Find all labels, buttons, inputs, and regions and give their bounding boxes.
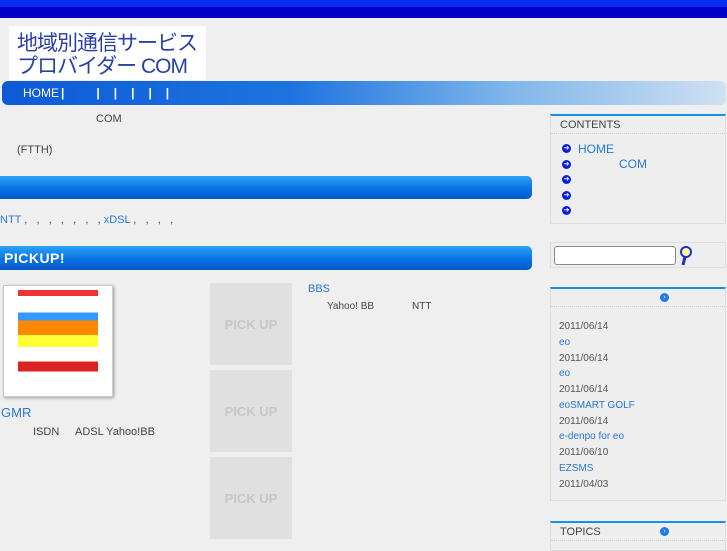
- contents-title: CONTENTS: [551, 116, 725, 134]
- top-bar: [0, 0, 727, 18]
- pickup-title: PICKUP!: [4, 250, 66, 266]
- link-xdsl[interactable]: xDSL: [104, 214, 131, 226]
- nav-home[interactable]: HOME: [23, 86, 59, 100]
- search-box: [550, 242, 726, 268]
- topics-box: TOPICS ›: [550, 521, 726, 551]
- pickup-header: PICKUP!: [0, 246, 532, 270]
- contents-label: COM: [619, 157, 647, 172]
- news-link[interactable]: eo: [559, 335, 717, 351]
- news-list: 2011/06/14 eo 2011/06/14 eo 2011/06/14 eoSM…: [551, 307, 725, 505]
- nav-separator[interactable]: |: [96, 86, 99, 100]
- topics-title: TOPICS: [560, 526, 601, 538]
- contents-item[interactable]: ➜ COM: [551, 157, 725, 173]
- provider-separators: , , , , , , ,: [24, 214, 101, 226]
- nav-separator: |: [61, 86, 65, 100]
- contents-item[interactable]: ➜: [551, 188, 725, 204]
- contents-item[interactable]: ➜: [551, 172, 725, 188]
- contents-item-home[interactable]: ➜ HOME: [551, 141, 725, 157]
- intro-line1: COM: [96, 113, 122, 125]
- arrow-icon: ➜: [562, 206, 571, 216]
- logo-line2: プロバイダー COM: [17, 55, 188, 78]
- search-input[interactable]: [554, 246, 676, 265]
- pickup-placeholder[interactable]: PICK UP: [210, 283, 292, 365]
- search-icon[interactable]: [679, 245, 693, 267]
- news-link[interactable]: EZSMS: [559, 461, 717, 477]
- nav-separator[interactable]: |: [148, 86, 151, 100]
- news-date: 2011/06/10: [559, 447, 609, 458]
- section-bar: [0, 176, 532, 199]
- news-link[interactable]: eoSMART GOLF: [559, 398, 717, 414]
- news-box: › 2011/06/14 eo 2011/06/14 eo 2011/06/14 eo…: [550, 287, 726, 501]
- news-date: 2011/06/14: [559, 321, 609, 332]
- nav-separator[interactable]: |: [166, 86, 169, 100]
- news-link[interactable]: eo: [559, 366, 717, 382]
- topics-header: TOPICS ›: [551, 523, 725, 541]
- contents-box: CONTENTS ➜ HOME ➜ COM ➜ ➜ ➜: [550, 114, 726, 224]
- bbs-desc: NTT: [412, 301, 432, 312]
- bbs-desc: Yahoo! BB: [327, 301, 375, 312]
- nav-separator[interactable]: |: [114, 86, 117, 100]
- news-date: 2011/04/03: [559, 478, 609, 490]
- featured-desc: ADSL Yahoo!BB: [75, 426, 155, 438]
- logo-line1: 地域別通信サービス: [17, 32, 198, 55]
- bbs-link[interactable]: BBS: [308, 283, 330, 295]
- arrow-icon: ➜: [562, 175, 571, 185]
- arrow-icon: ➜: [562, 159, 571, 169]
- contents-label: HOME: [578, 141, 614, 156]
- link-ntt[interactable]: NTT: [0, 214, 21, 226]
- news-date: 2011/06/14: [559, 415, 609, 427]
- featured-desc: ISDN: [33, 426, 60, 438]
- main-nav: HOME | | | | | |: [2, 81, 726, 105]
- news-header: ›: [551, 289, 725, 307]
- chevron-right-icon[interactable]: ›: [660, 293, 669, 302]
- intro-line2: (FTTH): [17, 144, 53, 156]
- provider-separators: , , , ,: [133, 214, 174, 226]
- provider-list: NTT , , , , , , , xDSL , , , ,: [0, 214, 173, 226]
- arrow-icon: ➜: [562, 144, 571, 154]
- news-date: 2011/06/14: [559, 352, 609, 364]
- nav-separator[interactable]: |: [131, 86, 134, 100]
- featured-screenshot[interactable]: [3, 285, 113, 397]
- news-link[interactable]: e-denpo for eo: [559, 429, 717, 445]
- arrow-icon: ➜: [562, 190, 571, 200]
- contents-item[interactable]: ➜: [551, 203, 725, 219]
- featured-title[interactable]: GMR: [1, 405, 31, 420]
- site-logo[interactable]: 地域別通信サービス プロバイダー COM: [9, 26, 206, 80]
- pickup-placeholder[interactable]: PICK UP: [210, 457, 292, 539]
- chevron-right-icon[interactable]: ›: [660, 527, 669, 536]
- pickup-placeholder[interactable]: PICK UP: [210, 370, 292, 452]
- news-date: 2011/06/14: [559, 384, 609, 395]
